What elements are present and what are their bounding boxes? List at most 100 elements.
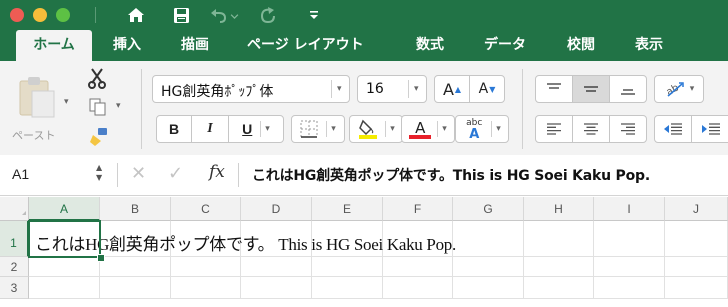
clipboard-icon: [19, 77, 55, 118]
cell-g2[interactable]: [453, 257, 524, 277]
fill-handle[interactable]: [97, 254, 105, 262]
redo-icon[interactable]: [256, 3, 280, 27]
minimize-button[interactable]: [33, 8, 47, 22]
enter-icon[interactable]: ✓: [168, 163, 183, 184]
cut-icon[interactable]: [87, 67, 109, 89]
column-header-f[interactable]: F: [383, 197, 453, 221]
bold-button[interactable]: B: [156, 115, 192, 143]
align-center-icon: [584, 123, 598, 135]
cell-a3[interactable]: [29, 277, 100, 299]
font-name-dropdown[interactable]: HG創英角ﾎﾟｯﾌﾟ体 ▾: [152, 75, 350, 103]
tab-review[interactable]: 校閲: [567, 30, 595, 61]
fill-color-button[interactable]: ▾: [349, 115, 403, 143]
chevron-down-icon: ▾: [496, 124, 501, 134]
phonetic-guide-button[interactable]: abc A ▾: [455, 115, 509, 143]
zoom-button[interactable]: [56, 8, 70, 22]
column-header-a[interactable]: A: [29, 197, 100, 221]
format-painter-icon[interactable]: [89, 127, 111, 149]
italic-button[interactable]: I: [191, 115, 229, 143]
cell-h1[interactable]: [524, 221, 594, 257]
align-left-icon: [547, 123, 561, 135]
cell-d2[interactable]: [241, 257, 312, 277]
tab-formulas[interactable]: 数式: [416, 30, 444, 61]
cell-i3[interactable]: [594, 277, 665, 299]
align-right-icon: [621, 123, 635, 135]
formula-input[interactable]: これはHG創英角ポップ体です。This is HG Soei Kaku Pop.: [252, 165, 650, 185]
phonetic-icon: abc A: [466, 118, 483, 142]
undo-icon[interactable]: [208, 3, 240, 27]
tab-page-layout[interactable]: ページ レイアウト: [247, 30, 364, 61]
column-header-j[interactable]: J: [665, 197, 728, 221]
active-cell-a1[interactable]: [28, 220, 101, 258]
save-icon[interactable]: [170, 3, 192, 27]
paste-dropdown-icon[interactable]: ▾: [64, 97, 69, 107]
cell-f3[interactable]: [383, 277, 453, 299]
cell-h3[interactable]: [524, 277, 594, 299]
cell-b3[interactable]: [100, 277, 171, 299]
align-left-button[interactable]: [535, 115, 573, 143]
column-header-i[interactable]: I: [594, 197, 665, 221]
cancel-icon[interactable]: ✕: [131, 163, 146, 184]
cell-j2[interactable]: [665, 257, 728, 277]
paste-label: ペースト: [12, 129, 56, 142]
decrease-font-size-button[interactable]: A ▼: [469, 75, 505, 103]
orientation-button[interactable]: ab ▾: [654, 75, 704, 103]
column-header-h[interactable]: H: [524, 197, 594, 221]
insert-function-icon[interactable]: fx: [209, 162, 225, 182]
cell-j1[interactable]: [665, 221, 728, 257]
paste-button[interactable]: ▾ ペースト: [10, 69, 72, 147]
align-bottom-button[interactable]: [609, 75, 647, 103]
column-header-e[interactable]: E: [312, 197, 383, 221]
row-header-1[interactable]: 1: [0, 221, 29, 257]
underline-button[interactable]: U ▾: [228, 115, 284, 143]
cell-b2[interactable]: [100, 257, 171, 277]
cell-c2[interactable]: [171, 257, 241, 277]
select-all-corner[interactable]: [0, 197, 29, 221]
increase-font-size-button[interactable]: A ▲: [434, 75, 470, 103]
align-top-icon: [547, 83, 561, 89]
tab-home[interactable]: ホーム: [16, 30, 92, 63]
name-box-stepper-icon[interactable]: ▲ ▼: [96, 163, 102, 183]
cell-g1[interactable]: [453, 221, 524, 257]
cell-e2[interactable]: [312, 257, 383, 277]
cell-i2[interactable]: [594, 257, 665, 277]
font-color-button[interactable]: A ▾: [401, 115, 455, 143]
cell-e3[interactable]: [312, 277, 383, 299]
column-header-b[interactable]: B: [100, 197, 171, 221]
tab-draw[interactable]: 描画: [181, 30, 209, 61]
tab-view[interactable]: 表示: [635, 30, 663, 61]
cell-g3[interactable]: [453, 277, 524, 299]
close-button[interactable]: [10, 8, 24, 22]
svg-text:ab: ab: [664, 82, 680, 98]
align-right-button[interactable]: [609, 115, 647, 143]
font-size-dropdown[interactable]: 16 ▾: [357, 75, 427, 103]
cell-a2[interactable]: [29, 257, 100, 277]
customize-toolbar-icon[interactable]: [306, 3, 322, 27]
increase-indent-button[interactable]: [691, 115, 728, 143]
decrease-indent-button[interactable]: [654, 115, 692, 143]
tab-data[interactable]: データ: [484, 30, 526, 61]
fill-color-divider: [385, 121, 387, 137]
borders-button[interactable]: ▾: [291, 115, 345, 143]
text-orientation-icon: ab: [664, 82, 684, 98]
cell-i1[interactable]: [594, 221, 665, 257]
row-header-2[interactable]: 2: [0, 257, 29, 277]
cell-c3[interactable]: [171, 277, 241, 299]
cell-f2[interactable]: [383, 257, 453, 277]
cell-h2[interactable]: [524, 257, 594, 277]
column-header-g[interactable]: G: [453, 197, 524, 221]
copy-icon[interactable]: ▾: [88, 97, 124, 119]
align-middle-button[interactable]: [572, 75, 610, 103]
cell-d3[interactable]: [241, 277, 312, 299]
home-icon[interactable]: [124, 3, 148, 27]
ribbon-tab-bar: ホーム 挿入 描画 ページ レイアウト 数式 データ 校閲 表示: [0, 30, 728, 63]
decrease-indent-icon: [664, 123, 682, 135]
tab-insert[interactable]: 挿入: [113, 30, 141, 61]
column-header-c[interactable]: C: [171, 197, 241, 221]
align-center-button[interactable]: [572, 115, 610, 143]
cell-j3[interactable]: [665, 277, 728, 299]
name-box[interactable]: A1 ▲ ▼: [0, 161, 112, 189]
column-header-d[interactable]: D: [241, 197, 312, 221]
row-header-3[interactable]: 3: [0, 277, 29, 299]
align-top-button[interactable]: [535, 75, 573, 103]
